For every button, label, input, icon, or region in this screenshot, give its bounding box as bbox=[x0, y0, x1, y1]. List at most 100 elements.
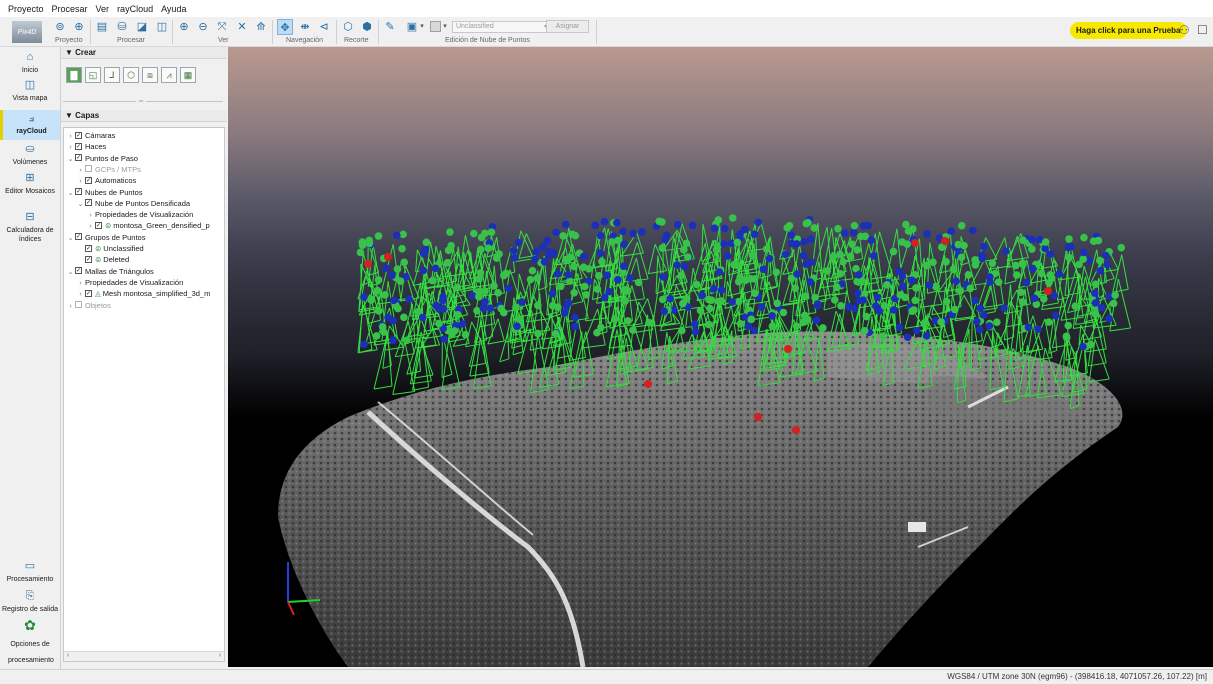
camera-marker[interactable] bbox=[696, 306, 705, 315]
camera-marker[interactable] bbox=[360, 293, 368, 301]
camera-marker[interactable] bbox=[1055, 270, 1064, 278]
project-properties-icon[interactable]: ⊕ bbox=[71, 19, 87, 35]
gcp-marker[interactable] bbox=[364, 260, 372, 268]
scroll-left-icon[interactable]: ‹ bbox=[67, 652, 69, 659]
camera-marker[interactable] bbox=[658, 244, 667, 252]
camera-marker[interactable] bbox=[548, 289, 557, 298]
camera-marker[interactable] bbox=[374, 276, 383, 284]
camera-marker[interactable] bbox=[692, 280, 701, 289]
camera-marker[interactable] bbox=[889, 306, 898, 314]
camera-marker[interactable] bbox=[1086, 340, 1095, 349]
camera-marker[interactable] bbox=[598, 257, 606, 266]
camera-marker[interactable] bbox=[381, 291, 389, 299]
layer-checkbox[interactable]: ✓ bbox=[85, 199, 92, 207]
fly-navigation-icon[interactable]: ⊲ bbox=[316, 19, 332, 35]
open-project-icon[interactable]: ⊚ bbox=[52, 19, 68, 35]
camera-marker[interactable] bbox=[571, 231, 580, 240]
camera-marker[interactable] bbox=[832, 283, 841, 292]
polyline-tool-icon[interactable]: ⅃ bbox=[104, 67, 120, 83]
camera-marker[interactable] bbox=[486, 304, 495, 313]
camera-marker[interactable] bbox=[1028, 235, 1036, 244]
chevron-down-icon[interactable]: ⌄ bbox=[66, 188, 75, 199]
camera-marker[interactable] bbox=[836, 250, 844, 259]
camera-marker[interactable] bbox=[1045, 278, 1053, 287]
camera-marker[interactable] bbox=[450, 327, 459, 335]
camera-marker[interactable] bbox=[531, 255, 539, 263]
camera-marker[interactable] bbox=[561, 309, 569, 317]
camera-marker[interactable] bbox=[728, 298, 737, 306]
camera-marker[interactable] bbox=[509, 247, 518, 255]
zoom-out-icon[interactable]: ⊖ bbox=[195, 19, 211, 35]
camera-marker[interactable] bbox=[910, 306, 918, 314]
layer-checkbox[interactable]: ✓ bbox=[85, 255, 92, 263]
camera-marker[interactable] bbox=[923, 230, 931, 238]
camera-marker[interactable] bbox=[912, 326, 921, 335]
camera-marker[interactable] bbox=[807, 258, 816, 266]
layer-checkbox[interactable]: ✓ bbox=[75, 154, 82, 162]
camera-marker[interactable] bbox=[1091, 310, 1100, 318]
camera-marker[interactable] bbox=[540, 257, 549, 266]
rail-item-procesamiento[interactable]: ▭ Procesamiento bbox=[0, 561, 60, 584]
camera-marker[interactable] bbox=[812, 316, 821, 325]
gcp-marker[interactable] bbox=[792, 426, 800, 434]
camera-marker[interactable] bbox=[1103, 260, 1111, 269]
chevron-right-icon[interactable]: › bbox=[76, 176, 85, 187]
camera-marker[interactable] bbox=[807, 235, 815, 243]
rail-item-editor-mosaicos[interactable]: ⊞ Editor Mosaicos bbox=[0, 173, 60, 196]
camera-marker[interactable] bbox=[367, 296, 375, 304]
camera-marker[interactable] bbox=[571, 313, 580, 322]
layer-checkbox[interactable]: ✓ bbox=[75, 142, 82, 150]
camera-marker[interactable] bbox=[715, 268, 724, 276]
camera-marker[interactable] bbox=[528, 266, 537, 275]
camera-marker[interactable] bbox=[1075, 260, 1083, 269]
camera-marker[interactable] bbox=[1071, 302, 1080, 310]
camera-marker[interactable] bbox=[937, 318, 945, 326]
camera-marker[interactable] bbox=[428, 276, 437, 285]
camera-marker[interactable] bbox=[564, 255, 572, 263]
camera-marker[interactable] bbox=[802, 219, 811, 228]
camera-marker[interactable] bbox=[791, 284, 800, 293]
camera-marker[interactable] bbox=[691, 327, 700, 336]
camera-marker[interactable] bbox=[662, 231, 671, 240]
camera-marker[interactable] bbox=[964, 271, 973, 279]
camera-marker[interactable] bbox=[679, 246, 688, 254]
camera-marker[interactable] bbox=[715, 297, 723, 306]
menu-raycloud[interactable]: rayCloud bbox=[113, 4, 157, 14]
camera-marker[interactable] bbox=[993, 318, 1001, 326]
camera-marker[interactable] bbox=[975, 325, 984, 334]
camera-marker[interactable] bbox=[723, 252, 732, 260]
gcp-marker[interactable] bbox=[911, 239, 919, 247]
camera-marker[interactable] bbox=[911, 296, 919, 305]
camera-marker[interactable] bbox=[420, 250, 428, 258]
camera-marker[interactable] bbox=[1012, 271, 1021, 279]
camera-marker[interactable] bbox=[717, 286, 726, 294]
camera-marker[interactable] bbox=[593, 285, 602, 293]
chevron-down-icon[interactable]: ⌄ bbox=[66, 267, 75, 278]
camera-marker[interactable] bbox=[1050, 291, 1059, 300]
camera-marker[interactable] bbox=[600, 217, 609, 226]
scene-canvas[interactable] bbox=[228, 47, 1213, 667]
camera-marker[interactable] bbox=[1037, 269, 1046, 278]
rail-item-inicio[interactable]: ⌂ Inicio bbox=[0, 52, 60, 75]
camera-marker[interactable] bbox=[534, 301, 542, 310]
camera-marker[interactable] bbox=[846, 252, 855, 261]
camera-marker[interactable] bbox=[626, 274, 634, 282]
camera-marker[interactable] bbox=[762, 245, 771, 253]
layer-checkbox[interactable]: ✓ bbox=[75, 131, 82, 139]
gcp-marker[interactable] bbox=[754, 413, 762, 421]
camera-marker[interactable] bbox=[422, 238, 431, 247]
camera-marker[interactable] bbox=[839, 257, 847, 266]
camera-marker[interactable] bbox=[920, 318, 929, 327]
camera-marker[interactable] bbox=[837, 301, 845, 310]
camera-marker[interactable] bbox=[1034, 325, 1042, 334]
camera-marker[interactable] bbox=[754, 218, 762, 227]
camera-marker[interactable] bbox=[645, 318, 654, 327]
camera-marker[interactable] bbox=[1028, 264, 1037, 273]
camera-marker[interactable] bbox=[759, 265, 768, 274]
processing-options-icon[interactable]: ▤ bbox=[94, 19, 110, 35]
camera-marker[interactable] bbox=[1094, 236, 1103, 245]
camera-marker[interactable] bbox=[736, 320, 745, 328]
camera-marker[interactable] bbox=[1041, 238, 1050, 246]
camera-marker[interactable] bbox=[787, 239, 796, 248]
camera-marker[interactable] bbox=[476, 245, 485, 254]
